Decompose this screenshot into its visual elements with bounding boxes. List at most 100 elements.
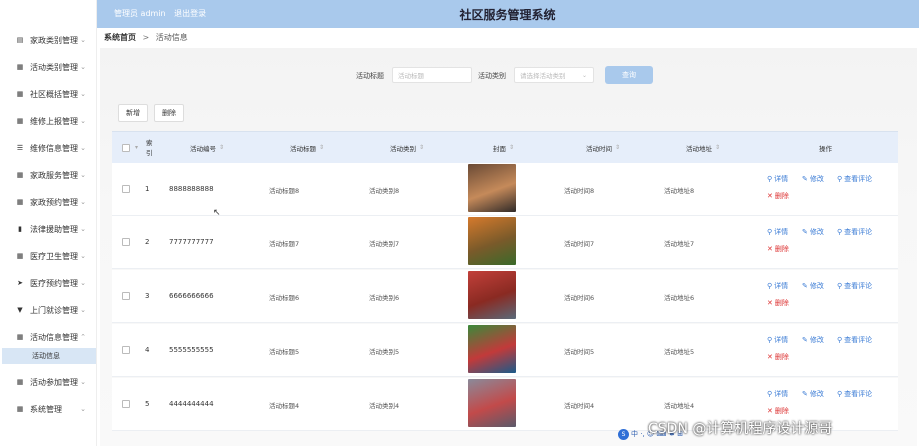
close-icon: ✕ bbox=[767, 192, 773, 200]
detail-button[interactable]: ⚲ 详情 bbox=[767, 281, 788, 291]
search-title-input[interactable]: 活动标题 bbox=[392, 67, 472, 83]
grid-icon: ▦ bbox=[16, 405, 24, 413]
chevron-down-icon: ⌄ bbox=[80, 405, 86, 413]
row-index: 2 bbox=[145, 238, 150, 246]
header-address[interactable]: 活动地址 ⇕ bbox=[686, 132, 720, 163]
edit-button[interactable]: ✎ 修改 bbox=[802, 335, 824, 345]
row-delete-button-label: 删除 bbox=[774, 245, 789, 253]
detail-button[interactable]: ⚲ 详情 bbox=[767, 335, 788, 345]
row-delete-button[interactable]: ✕ 删除 bbox=[767, 191, 789, 201]
view-comments-button[interactable]: ⚲ 查看评论 bbox=[837, 227, 872, 237]
row-delete-button[interactable]: ✕ 删除 bbox=[767, 244, 789, 254]
search-icon: ⚲ bbox=[767, 336, 773, 344]
add-button[interactable]: 新增 bbox=[118, 104, 148, 122]
breadcrumb-home[interactable]: 系统首页 bbox=[104, 33, 136, 42]
sidebar-item-3[interactable]: ▦ 维修上报管理 ⌄ bbox=[0, 108, 96, 134]
row-code: 5555555555 bbox=[169, 346, 214, 354]
grid-icon: ▦ bbox=[16, 90, 24, 98]
row-code: 6666666666 bbox=[169, 292, 214, 300]
delete-button[interactable]: 删除 bbox=[154, 104, 184, 122]
edit-icon: ✎ bbox=[802, 175, 808, 183]
table-row[interactable]: 1 8888888888 活动标题8 活动类别8 活动时间8 活动地址8 ⚲ 详情 ✎ 修改 ⚲ 查看… bbox=[112, 163, 898, 216]
row-title: 活动标题6 bbox=[269, 294, 300, 302]
sidebar-item-1[interactable]: ▦ 活动类别管理 ⌄ bbox=[0, 54, 96, 80]
header-title[interactable]: 活动标题 ⇕ bbox=[290, 132, 324, 163]
row-checkbox[interactable] bbox=[122, 400, 130, 408]
row-time: 活动时间5 bbox=[564, 348, 595, 356]
sort-icon: ⇕ bbox=[219, 144, 225, 151]
table-row[interactable]: 2 7777777777 活动标题7 活动类别7 活动时间7 活动地址7 ⚲ 详情 ✎ 修改 ⚲ 查看… bbox=[112, 216, 898, 269]
detail-button[interactable]: ⚲ 详情 bbox=[767, 174, 788, 184]
sidebar-item-10[interactable]: ▼ 上门就诊管理 ⌄ bbox=[0, 297, 96, 323]
chevron-down-icon: ⌄ bbox=[80, 90, 86, 98]
row-code: 4444444444 bbox=[169, 400, 214, 408]
edit-button-label: 修改 bbox=[809, 228, 824, 236]
row-checkbox[interactable] bbox=[122, 292, 130, 300]
sidebar-item-6[interactable]: ▦ 家政预约管理 ⌄ bbox=[0, 189, 96, 215]
row-code: 8888888888 bbox=[169, 185, 214, 193]
search-type-select[interactable]: 请选择活动类别 ⌄ bbox=[514, 67, 594, 83]
table-row[interactable]: 4 5555555555 活动标题5 活动类别5 活动时间5 活动地址5 ⚲ 详情 ✎ 修改 ⚲ 查看… bbox=[112, 324, 898, 377]
edit-button-label: 修改 bbox=[809, 282, 824, 290]
row-cover-image bbox=[468, 325, 516, 373]
header-index: 索引 bbox=[146, 138, 153, 157]
chevron-down-icon: ⌄ bbox=[80, 63, 86, 71]
header-time[interactable]: 活动时间 ⇕ bbox=[586, 132, 620, 163]
chevron-down-icon: ⌄ bbox=[80, 252, 86, 260]
view-comments-button[interactable]: ⚲ 查看评论 bbox=[837, 389, 872, 399]
table-row[interactable]: 3 6666666666 活动标题6 活动类别6 活动时间6 活动地址6 ⚲ 详情 ✎ 修改 ⚲ 查看… bbox=[112, 270, 898, 323]
row-address: 活动地址6 bbox=[664, 294, 695, 302]
view-comments-button[interactable]: ⚲ 查看评论 bbox=[837, 335, 872, 345]
sidebar-item-5[interactable]: ▦ 家政服务管理 ⌄ bbox=[0, 162, 96, 188]
sidebar-item-label: 活动类别管理 bbox=[30, 62, 78, 72]
sort-icon: ⇕ bbox=[319, 144, 325, 151]
query-button[interactable]: 查询 bbox=[605, 66, 653, 84]
edit-icon: ✎ bbox=[802, 282, 808, 290]
row-address: 活动地址8 bbox=[664, 187, 695, 195]
row-checkbox[interactable] bbox=[122, 185, 130, 193]
select-all-checkbox[interactable] bbox=[122, 144, 130, 152]
detail-button[interactable]: ⚲ 详情 bbox=[767, 389, 788, 399]
header-code[interactable]: 活动编号 ⇕ bbox=[190, 132, 224, 163]
sidebar-item-2[interactable]: ▦ 社区概括管理 ⌄ bbox=[0, 81, 96, 107]
search-icon: ⚲ bbox=[837, 336, 843, 344]
view-comments-button[interactable]: ⚲ 查看评论 bbox=[837, 281, 872, 291]
chevron-down-icon: ⌄ bbox=[80, 378, 86, 386]
sidebar-item-4[interactable]: ☰ 维修信息管理 ⌄ bbox=[0, 135, 96, 161]
row-delete-button[interactable]: ✕ 删除 bbox=[767, 352, 789, 362]
close-icon: ✕ bbox=[767, 245, 773, 253]
sidebar-item-7[interactable]: ▮ 法律援助管理 ⌄ bbox=[0, 216, 96, 242]
breadcrumb: 系统首页 > 活动信息 bbox=[104, 32, 188, 43]
sidebar-item-12[interactable]: ▦ 活动参加管理 ⌄ bbox=[0, 369, 96, 395]
sidebar-item-0[interactable]: ▤ 家政类别管理 ⌄ bbox=[0, 27, 96, 53]
sidebar-item-label: 活动参加管理 bbox=[30, 377, 78, 387]
sidebar-item-9[interactable]: ➤ 医疗预约管理 ⌄ bbox=[0, 270, 96, 296]
sidebar-item-label: 维修信息管理 bbox=[30, 143, 78, 153]
breadcrumb-separator: > bbox=[142, 33, 150, 42]
detail-button-label: 详情 bbox=[774, 390, 789, 398]
header-type[interactable]: 活动类别 ⇕ bbox=[390, 132, 424, 163]
header-cover[interactable]: 封面 ⇕ bbox=[493, 132, 514, 163]
edit-button[interactable]: ✎ 修改 bbox=[802, 389, 824, 399]
sidebar-item-13[interactable]: ▦ 系统管理 ⌄ bbox=[0, 396, 96, 422]
sidebar-item-8[interactable]: ▦ 医疗卫生管理 ⌄ bbox=[0, 243, 96, 269]
sidebar-item-11[interactable]: ▦ 活动信息管理 ⌃ bbox=[0, 324, 96, 350]
chevron-up-icon: ⌃ bbox=[80, 333, 86, 341]
edit-button[interactable]: ✎ 修改 bbox=[802, 281, 824, 291]
detail-button[interactable]: ⚲ 详情 bbox=[767, 227, 788, 237]
edit-icon: ✎ bbox=[802, 228, 808, 236]
grid-icon: ▦ bbox=[16, 378, 24, 386]
row-delete-button[interactable]: ✕ 删除 bbox=[767, 406, 789, 416]
row-delete-button[interactable]: ✕ 删除 bbox=[767, 298, 789, 308]
sidebar-subitem-activity-info[interactable]: 活动信息 bbox=[2, 348, 96, 364]
row-checkbox[interactable] bbox=[122, 346, 130, 354]
view-comments-button[interactable]: ⚲ 查看评论 bbox=[837, 174, 872, 184]
edit-button[interactable]: ✎ 修改 bbox=[802, 174, 824, 184]
row-checkbox[interactable] bbox=[122, 238, 130, 246]
edit-button-label: 修改 bbox=[809, 175, 824, 183]
edit-button[interactable]: ✎ 修改 bbox=[802, 227, 824, 237]
sort-icon: ▾ bbox=[135, 144, 139, 151]
row-cover-image bbox=[468, 379, 516, 427]
search-icon: ⚲ bbox=[837, 228, 843, 236]
row-delete-button-label: 删除 bbox=[774, 407, 789, 415]
